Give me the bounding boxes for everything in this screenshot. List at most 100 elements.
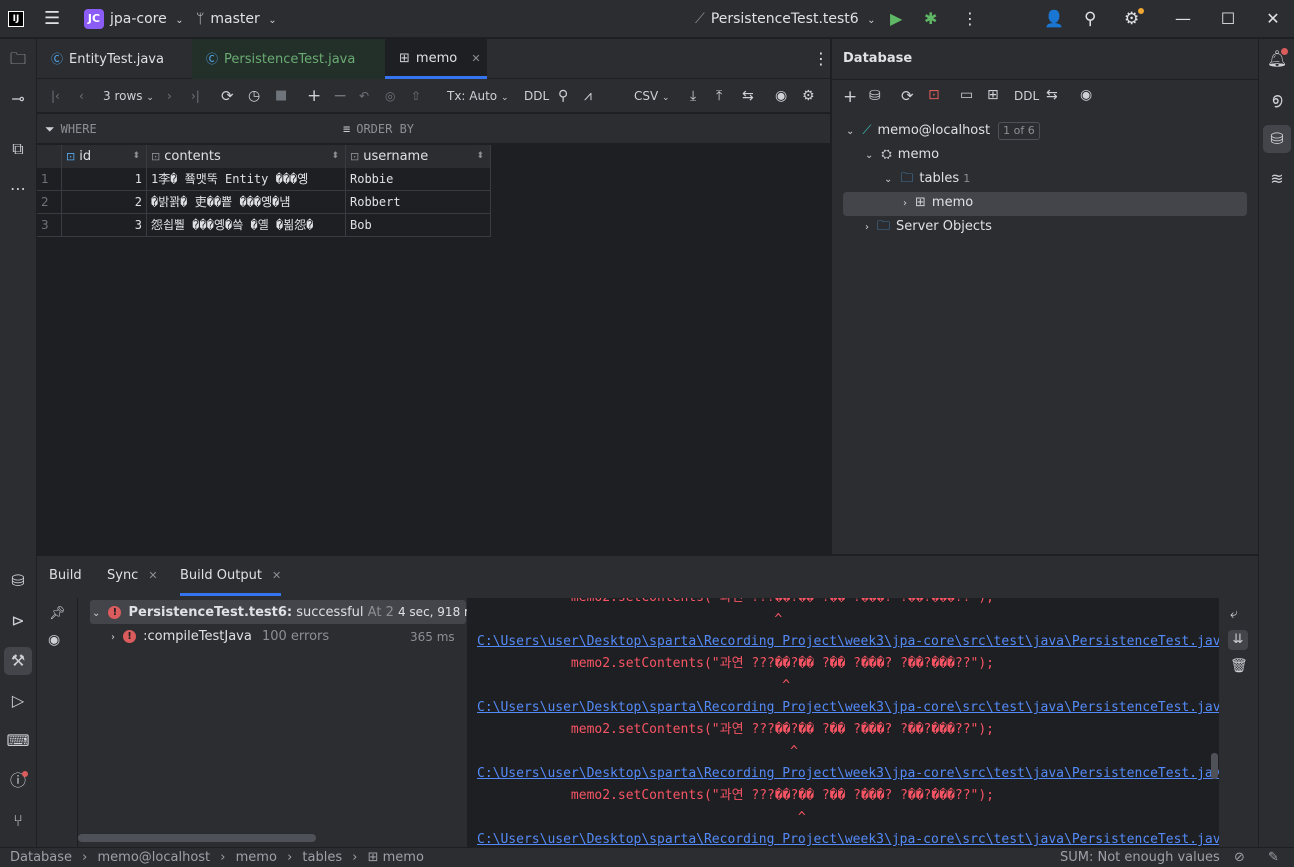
breadcrumb-table[interactable]: memo [383, 850, 424, 865]
build-compile-item[interactable]: ›! :compileTestJava 100 errors [111, 625, 329, 649]
cell-contents[interactable]: �밝꽑� 吏��뿉 ���옝�냼 [147, 191, 346, 214]
preview-changes-icon[interactable]: ◎ [385, 79, 395, 113]
console-file-link[interactable]: C:\Users\user\Desktop\sparta\Recording P… [477, 697, 1219, 719]
run-tool-icon[interactable]: ▷ [4, 687, 32, 715]
upload-icon[interactable]: ⤒ [716, 79, 722, 113]
stop-icon[interactable]: ■ [275, 79, 287, 113]
clear-output-icon[interactable]: 🗑︎ [1230, 658, 1248, 674]
ai-assistant-icon[interactable]: ൭ [1263, 85, 1291, 113]
row-count-selector[interactable]: 3 rows ⌄ [103, 79, 154, 113]
debug-icon[interactable]: ✱ [924, 0, 937, 38]
submit-icon[interactable]: ⇧ [411, 79, 421, 113]
revert-icon[interactable]: ↶ [359, 79, 369, 113]
column-header-username[interactable]: ⊡ username ⬍ [346, 145, 491, 168]
tree-server-objects[interactable]: › 🗀 Server Objects [865, 215, 992, 239]
search-icon[interactable]: ⚲ [558, 79, 568, 113]
ddl-button[interactable]: DDL [1014, 89, 1039, 103]
close-window-button[interactable]: ✕ [1250, 0, 1294, 38]
last-page-icon[interactable]: ›| [191, 79, 200, 113]
cell-id[interactable]: 3 [62, 214, 147, 237]
console-file-link[interactable]: C:\Users\user\Desktop\sparta\Recording P… [477, 631, 1219, 653]
ddl-button[interactable]: DDL [524, 79, 549, 113]
tab-memo-table[interactable]: ⊞ memo ✕ [385, 39, 487, 79]
tab-sync[interactable]: Sync ✕ [107, 556, 158, 596]
prev-page-icon[interactable]: ‹ [79, 79, 84, 113]
search-icon[interactable]: ⚲ [1084, 0, 1096, 38]
table-row[interactable]: 1 1 1李� 쭄맷뚝 Entity ���옝 Robbie [37, 168, 491, 191]
branch-selector[interactable]: ᛘ master ⌄ [196, 0, 277, 38]
more-tools-icon[interactable]: ⋯ [4, 175, 32, 203]
refresh-icon[interactable]: ⟳ [221, 79, 234, 113]
breadcrumb-schema[interactable]: memo [236, 850, 277, 865]
tab-options-icon[interactable]: ⋮ [799, 39, 829, 79]
more-actions-icon[interactable]: ⋮ [962, 0, 978, 38]
tree-table-memo[interactable]: › ⊞ memo [903, 191, 973, 215]
edit-icon[interactable]: ✎ [1268, 848, 1279, 867]
build-root-item[interactable]: ⌄! PersistenceTest.test6: successful At … [92, 600, 482, 624]
first-page-icon[interactable]: |‹ [51, 79, 60, 113]
add-icon[interactable]: + [843, 87, 857, 107]
column-header-id[interactable]: ⊡ id ⬍ [62, 145, 147, 168]
tab-build[interactable]: Build [49, 556, 82, 596]
no-inspections-icon[interactable]: ⊘ [1234, 848, 1245, 867]
export-format-selector[interactable]: CSV ⌄ [634, 79, 670, 113]
table-row[interactable]: 3 3 怨쇱뿰 ���옝�씈 �옐 �뵒怨� Bob [37, 214, 491, 237]
query-console-icon[interactable]: ▭ [960, 87, 973, 103]
problems-icon[interactable]: ⓘ [4, 767, 32, 795]
transaction-mode-selector[interactable]: Tx: Auto ⌄ [447, 79, 509, 113]
services-icon[interactable]: ⊳ [4, 607, 32, 635]
eye-icon[interactable]: ◉ [48, 632, 60, 648]
git-icon[interactable]: ⑂ [4, 807, 32, 835]
vertical-scrollbar[interactable] [1211, 753, 1218, 779]
maximize-button[interactable]: ☐ [1205, 0, 1251, 38]
tree-connection[interactable]: ⌄ ⟋ memo@localhost 1 of 6 [846, 119, 1040, 143]
run-icon[interactable]: ▶ [890, 0, 902, 38]
view-icon[interactable]: ◉ [775, 79, 787, 113]
main-menu-icon[interactable]: ☰ [44, 0, 60, 38]
cell-username[interactable]: Bob [346, 214, 491, 237]
cell-username[interactable]: Robbie [346, 168, 491, 191]
download-icon[interactable]: ⤓ [690, 79, 696, 113]
sort-toggle-icon[interactable]: ⬍ [476, 145, 484, 168]
run-config-selector[interactable]: ⟋ PersistenceTest.test6 ⌄ [695, 0, 876, 38]
next-page-icon[interactable]: › [167, 79, 172, 113]
breadcrumb-database[interactable]: Database [10, 850, 72, 865]
breadcrumb-tables[interactable]: tables [302, 850, 342, 865]
table-row[interactable]: 2 2 �밝꽑� 吏��뿉 ���옝�냼 Robbert [37, 191, 491, 214]
chart-icon[interactable]: ⩘ [584, 79, 592, 113]
close-tab-icon[interactable]: ✕ [272, 569, 281, 582]
history-icon[interactable]: ◷ [248, 79, 260, 113]
pin-icon[interactable]: 📌︎ [49, 606, 66, 621]
settings-gear-icon[interactable]: ⚙ [1124, 0, 1144, 38]
where-filter[interactable]: ⏷ WHERE [45, 114, 97, 144]
breadcrumb-connection[interactable]: memo@localhost [98, 850, 211, 865]
structure-icon[interactable]: ⧉ [4, 135, 32, 163]
cell-contents[interactable]: 1李� 쭄맷뚝 Entity ���옝 [147, 168, 346, 191]
grid-settings-icon[interactable]: ⚙ [802, 79, 815, 113]
tab-entity-test[interactable]: Ⓒ EntityTest.java [37, 39, 197, 79]
tab-persistence-test[interactable]: Ⓒ PersistenceTest.java [192, 39, 386, 79]
app-logo-icon[interactable]: IJ [8, 0, 28, 38]
build-icon[interactable]: ⚒ [4, 647, 32, 675]
table-view-icon[interactable]: ⊞ [987, 87, 999, 103]
compare-icon[interactable]: ⇆ [1046, 87, 1058, 103]
disconnect-icon[interactable]: ⊡ [928, 87, 940, 103]
soft-wrap-icon[interactable]: ⤶ [1230, 606, 1238, 622]
cell-id[interactable]: 1 [62, 168, 147, 191]
console-file-link[interactable]: C:\Users\user\Desktop\sparta\Recording P… [477, 829, 1219, 848]
add-user-icon[interactable]: 👤 [1044, 0, 1064, 38]
cell-username[interactable]: Robbert [346, 191, 491, 214]
minimize-button[interactable]: — [1160, 0, 1206, 38]
project-selector[interactable]: JC jpa-core ⌄ [84, 0, 184, 38]
database-tool-icon[interactable]: ⛁ [1263, 125, 1291, 153]
compare-icon[interactable]: ⇆ [742, 79, 754, 113]
commit-icon[interactable]: ⊸ [4, 85, 32, 113]
project-folder-icon[interactable]: 🗀 [4, 45, 32, 73]
big-data-icon[interactable]: ≋ [1263, 165, 1291, 193]
delete-row-icon[interactable]: − [333, 79, 347, 113]
sort-toggle-icon[interactable]: ⬍ [331, 145, 339, 168]
notifications-bell-icon[interactable]: 🔔︎ [1263, 45, 1291, 73]
database-icon[interactable]: ⛁ [4, 567, 32, 595]
horizontal-scrollbar[interactable] [78, 834, 316, 842]
close-tab-icon[interactable]: ✕ [471, 52, 480, 65]
